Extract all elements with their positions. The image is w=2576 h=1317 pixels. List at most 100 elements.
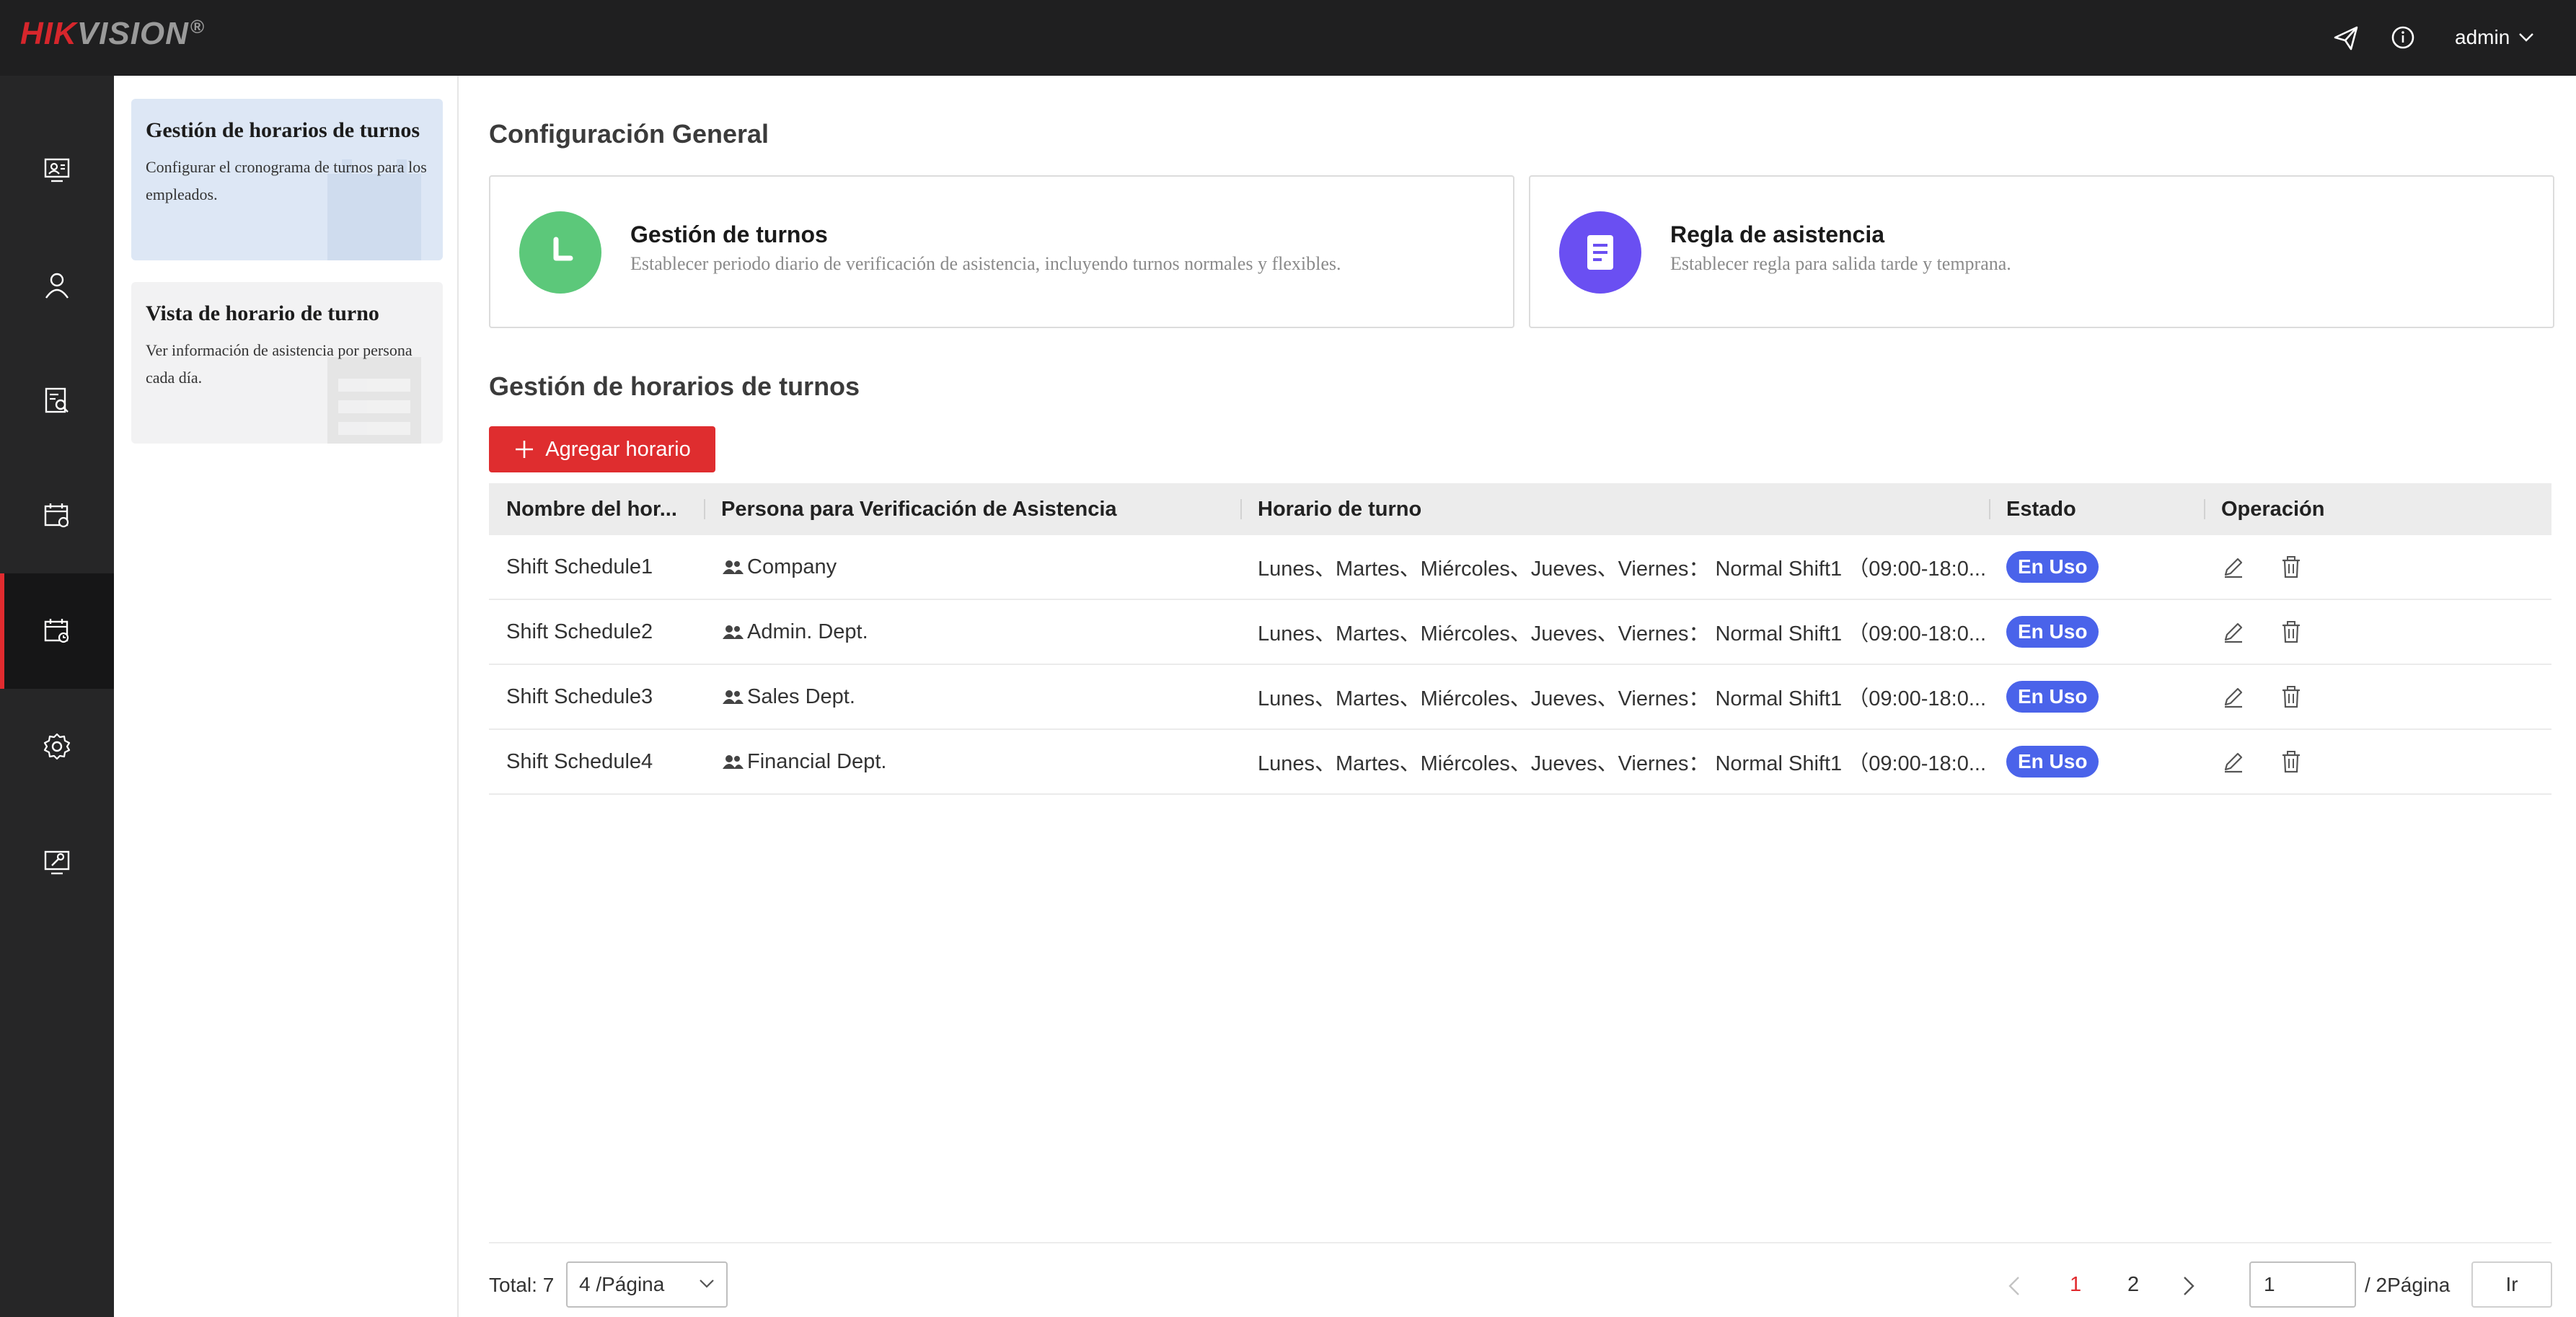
sidebar-card-desc: Ver información de asistencia por person… <box>146 341 413 387</box>
page-size-select[interactable]: 4 /Página <box>566 1261 728 1308</box>
logo-text-red: HIK <box>20 16 77 51</box>
status-badge: En Uso <box>2006 681 2099 713</box>
go-button[interactable]: Ir <box>2471 1261 2552 1308</box>
calendar-settings-icon <box>44 503 69 528</box>
cell-schedule: Lunes、Martes、Miércoles、Jueves、Viernes： N… <box>1258 687 1987 710</box>
cell-name: Shift Schedule1 <box>506 555 653 578</box>
status-badge: En Uso <box>2006 551 2099 583</box>
chevron-left-icon[interactable] <box>2008 1276 2021 1296</box>
column-header-name[interactable]: Nombre del hor... <box>489 483 704 535</box>
cell-schedule: Lunes、Martes、Miércoles、Jueves、Viernes： N… <box>1258 752 1987 775</box>
hikvision-logo: HIKVISION® <box>20 16 205 52</box>
main-content: Configuración General Gestión de turnos … <box>489 76 2554 1317</box>
page-1-button[interactable]: 1 <box>2070 1273 2081 1297</box>
footer-divider <box>489 1242 2551 1243</box>
table-header: Nombre del hor... Persona para Verificac… <box>489 483 2551 535</box>
edit-icon[interactable] <box>2221 620 2246 644</box>
feature-desc: Establecer periodo diario de verificació… <box>630 253 1341 274</box>
calendar-schedule-icon <box>44 619 69 643</box>
page-size-value: 4 /Página <box>579 1273 665 1295</box>
page-jump-input[interactable]: 1 <box>2249 1261 2356 1308</box>
cell-name: Shift Schedule3 <box>506 684 653 708</box>
sidebar-card-title: Gestión de horarios de turnos <box>146 118 420 142</box>
person-group-label: Financial Dept. <box>747 749 887 773</box>
cell-operation <box>2204 730 2551 793</box>
column-header-status: Estado <box>1989 483 2204 535</box>
column-header-operation: Operación <box>2204 483 2551 535</box>
delete-icon[interactable] <box>2279 555 2303 579</box>
group-icon <box>723 755 744 769</box>
cell-status: En Uso <box>1989 600 2204 664</box>
left-nav <box>0 76 114 1317</box>
person-group-label: Admin. Dept. <box>747 620 868 643</box>
cell-status: En Uso <box>1989 665 2204 728</box>
column-header-schedule: Horario de turno <box>1240 483 1989 535</box>
sidebar-card-shift-schedule-management[interactable]: Gestión de horarios de turnos Configurar… <box>131 99 443 260</box>
nav-persons[interactable] <box>0 227 114 343</box>
chevron-down-icon <box>2519 33 2534 42</box>
add-schedule-button[interactable]: Agregar horario <box>489 426 715 472</box>
table-row: Shift Schedule1 Company Lunes、Martes、Mié… <box>489 535 2551 600</box>
search-report-icon <box>45 387 69 413</box>
feature-title: Regla de asistencia <box>1670 221 1885 247</box>
table-row: Shift Schedule4 Financial Dept. Lunes、Ma… <box>489 730 2551 795</box>
total-count: Total: 7 <box>489 1274 555 1296</box>
nav-maintenance[interactable] <box>0 804 114 920</box>
group-icon <box>723 625 744 639</box>
chevron-down-icon <box>700 1279 714 1288</box>
person-icon <box>45 273 69 299</box>
nav-monitoring[interactable] <box>0 112 114 227</box>
feature-title: Gestión de turnos <box>630 221 828 247</box>
top-bar: HIKVISION® admin <box>0 0 2576 76</box>
sidebar-card-title: Vista de horario de turno <box>146 301 379 325</box>
page-title: Configuración General <box>489 119 769 149</box>
clock-icon <box>519 211 601 294</box>
group-icon <box>723 690 744 704</box>
cell-schedule: Lunes、Martes、Miércoles、Jueves、Viernes： N… <box>1258 558 1987 581</box>
nav-search[interactable] <box>0 343 114 458</box>
logo-text-grey: VISION <box>76 16 189 51</box>
add-schedule-label: Agregar horario <box>545 437 691 461</box>
cell-person: Company <box>704 535 1240 599</box>
feature-card-shift-management[interactable]: Gestión de turnos Establecer periodo dia… <box>489 175 1514 328</box>
monitor-person-icon <box>44 158 70 182</box>
nav-settings[interactable] <box>0 689 114 804</box>
status-badge: En Uso <box>2006 616 2099 648</box>
cell-name: Shift Schedule4 <box>506 749 653 773</box>
cell-name: Shift Schedule2 <box>506 620 653 643</box>
secondary-sidebar: Gestión de horarios de turnos Configurar… <box>114 76 459 1317</box>
edit-icon[interactable] <box>2221 749 2246 774</box>
cell-person: Sales Dept. <box>704 665 1240 728</box>
page-of-label: / 2Página <box>2365 1274 2451 1296</box>
cell-status: En Uso <box>1989 730 2204 793</box>
cell-operation <box>2204 535 2551 599</box>
delete-icon[interactable] <box>2279 749 2303 774</box>
plus-icon <box>516 441 534 458</box>
table-row: Shift Schedule2 Admin. Dept. Lunes、Marte… <box>489 600 2551 665</box>
logo-registered-mark: ® <box>190 16 206 38</box>
info-icon[interactable] <box>2386 20 2420 55</box>
feature-card-attendance-rule[interactable]: Regla de asistencia Establecer regla par… <box>1529 175 2554 328</box>
section-title-schedules: Gestión de horarios de turnos <box>489 371 860 401</box>
nav-calendar-settings[interactable] <box>0 458 114 573</box>
gear-icon <box>43 733 71 760</box>
schedule-table: Nombre del hor... Persona para Verificac… <box>489 483 2551 795</box>
delete-icon[interactable] <box>2279 620 2303 644</box>
cell-person: Financial Dept. <box>704 730 1240 793</box>
page-2-button[interactable]: 2 <box>2127 1273 2139 1297</box>
chevron-right-icon[interactable] <box>2182 1276 2195 1296</box>
cell-operation <box>2204 600 2551 664</box>
edit-icon[interactable] <box>2221 684 2246 709</box>
user-menu[interactable]: admin <box>2455 20 2534 55</box>
delete-icon[interactable] <box>2279 684 2303 709</box>
column-header-person: Persona para Verificación de Asistencia <box>704 483 1240 535</box>
group-icon <box>723 560 744 574</box>
maintenance-icon <box>44 850 70 875</box>
send-icon[interactable] <box>2328 20 2363 55</box>
table-row: Shift Schedule3 Sales Dept. Lunes、Martes… <box>489 665 2551 730</box>
edit-icon[interactable] <box>2221 555 2246 579</box>
nav-shift-schedule[interactable] <box>0 573 114 689</box>
sidebar-card-shift-schedule-view[interactable]: Vista de horario de turno Ver informació… <box>131 282 443 444</box>
person-group-label: Sales Dept. <box>747 684 855 708</box>
person-group-label: Company <box>747 555 837 578</box>
